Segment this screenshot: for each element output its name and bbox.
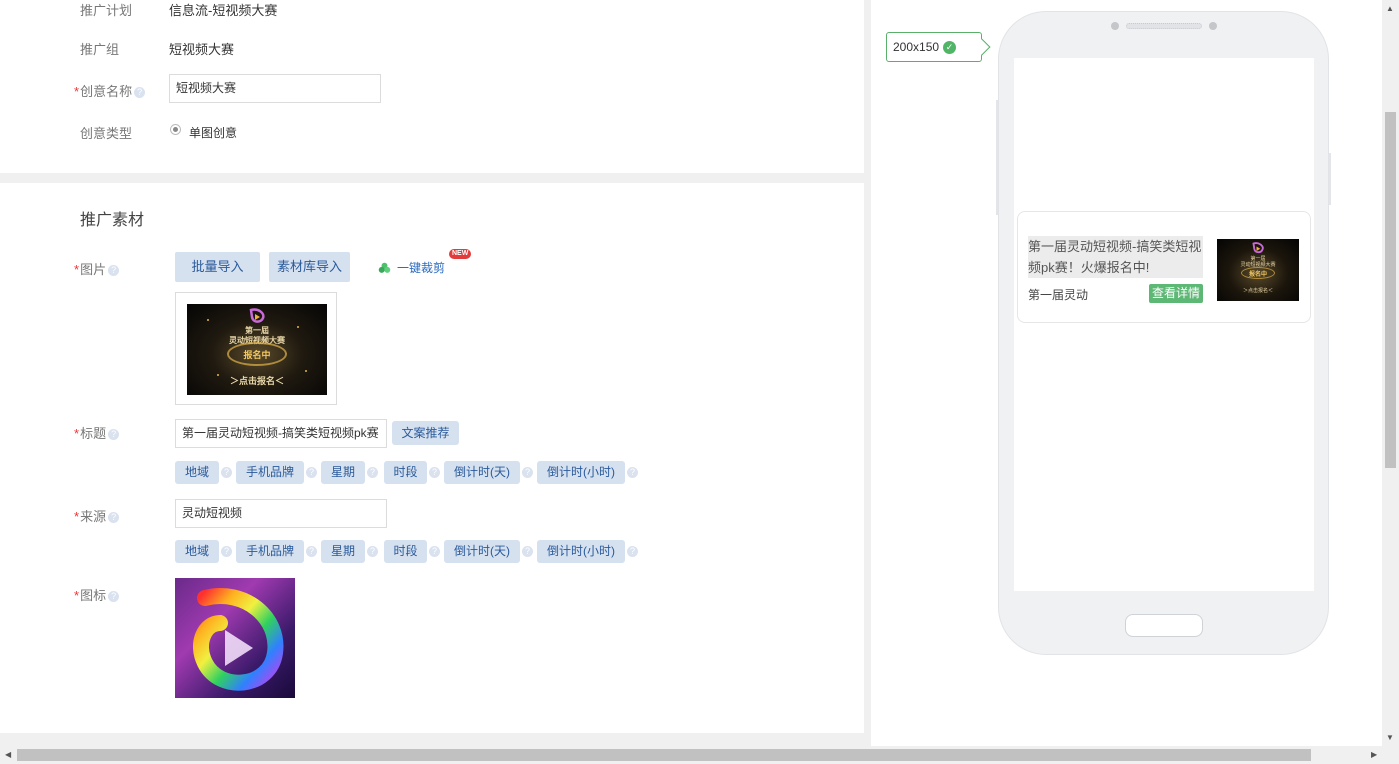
creative-name-label-text: 创意名称 [80,84,133,99]
panel-divider [864,0,871,746]
one-click-crop-label: 一键裁剪 [397,261,446,275]
brand-logo-icon [1252,242,1264,254]
help-icon[interactable]: ? [429,467,440,478]
thumb-line-3: 报名中 [1248,272,1267,278]
promo-line-3: 报名中 [243,350,271,360]
new-badge: NEW [449,249,472,259]
thumb-line-4: ＞点击报名＜ [1242,289,1273,294]
help-icon[interactable]: ? [429,546,440,557]
group-value: 短视频大赛 [169,42,235,57]
help-icon[interactable]: ? [627,467,638,478]
batch-import-button[interactable]: 批量导入 [175,252,260,282]
clover-icon [378,263,391,274]
help-icon[interactable]: ? [627,546,638,557]
phone-screen [1014,58,1314,591]
scroll-left-icon[interactable]: ◀ [5,750,11,759]
phone-home-button [1125,614,1203,637]
sparkle [207,319,209,321]
ad-preview-title: 第一届灵动短视频-搞笑类短视频pk赛！火爆报名中! [1028,236,1203,278]
help-icon[interactable]: ? [306,546,317,557]
help-icon[interactable]: ? [108,265,120,277]
creative-name-input[interactable]: 短视频大赛 [169,74,381,103]
help-icon[interactable]: ? [108,512,120,524]
check-icon: ✓ [943,41,957,55]
help-icon[interactable]: ? [108,429,120,441]
icon-label: *图标? [74,585,120,604]
brand-logo-icon [193,588,284,691]
single-image-radio[interactable] [170,124,181,135]
title-input[interactable]: 第一届灵动短视频-搞笑类短视频pk赛 [175,419,387,448]
help-icon[interactable]: ? [522,546,533,557]
help-icon[interactable]: ? [108,591,120,603]
required-mark: * [74,84,80,99]
title-tag-weekday[interactable]: 星期 [321,461,365,484]
help-icon[interactable]: ? [367,546,378,557]
creative-type-label: 创意类型 [80,126,133,141]
help-icon[interactable]: ? [221,467,232,478]
title-label-text: 标题 [80,426,107,441]
title-tag-phone-brand[interactable]: 手机品牌 [236,461,304,484]
help-icon[interactable]: ? [134,87,146,99]
icon-label-text: 图标 [80,588,107,603]
source-label-text: 来源 [80,509,107,524]
brand-icon-image[interactable] [175,578,295,698]
help-icon[interactable]: ? [221,546,232,557]
phone-speaker [1126,23,1202,29]
source-label: *来源? [74,506,120,525]
required-mark: * [74,509,80,524]
plan-label: 推广计划 [80,3,133,18]
image-upload-preview[interactable]: 第一屆 灵动短视频大赛 报名中 ＞点击报名＜ [175,292,337,405]
ad-preview-source: 第一届灵动 [1028,288,1089,302]
phone-sensor-icon [1209,22,1217,30]
image-label-text: 图片 [80,262,107,277]
source-tag-phone-brand[interactable]: 手机品牌 [236,540,304,563]
image-label: *图片? [74,259,120,278]
sparkle [305,370,307,372]
ad-preview-thumbnail: 第一屆 灵动短视频大赛 报名中 ＞点击报名＜ [1217,239,1299,301]
source-input[interactable]: 灵动短视频 [175,499,387,528]
group-label: 推广组 [80,42,120,57]
material-section-title: 推广素材 [80,212,145,229]
promo-image: 第一屆 灵动短视频大赛 报名中 ＞点击报名＜ [187,304,327,395]
form-panel [0,0,864,746]
source-tag-time-period[interactable]: 时段 [384,540,427,563]
source-tag-countdown-days[interactable]: 倒计时(天) [444,540,520,563]
source-tag-region[interactable]: 地域 [175,540,219,563]
phone-camera-icon [1111,22,1119,30]
title-tag-countdown-hours[interactable]: 倒计时(小时) [537,461,625,484]
title-tag-time-period[interactable]: 时段 [384,461,427,484]
source-tag-countdown-hours[interactable]: 倒计时(小时) [537,540,625,563]
horizontal-scrollbar[interactable]: ◀ ▶ [0,746,1399,764]
required-mark: * [74,262,80,277]
brand-logo-icon [249,308,265,323]
title-label: *标题? [74,423,120,442]
scroll-up-icon[interactable]: ▲ [1386,4,1394,13]
horizontal-scrollbar-thumb[interactable] [17,749,1311,761]
single-image-option-label: 单图创意 [189,126,238,140]
copy-recommend-button[interactable]: 文案推荐 [392,421,459,445]
ad-preview-cta-button: 查看详情 [1149,284,1203,303]
section-divider [0,173,864,183]
plan-value: 信息流-短视频大赛 [169,3,278,18]
help-icon[interactable]: ? [306,467,317,478]
help-icon[interactable]: ? [367,467,378,478]
scroll-down-icon[interactable]: ▼ [1386,733,1394,742]
vertical-scrollbar[interactable]: ▲ ▼ [1382,0,1399,746]
title-tag-countdown-days[interactable]: 倒计时(天) [444,461,520,484]
library-import-button[interactable]: 素材库导入 [269,252,350,282]
vertical-scrollbar-thumb[interactable] [1385,112,1396,468]
creative-name-label: *创意名称? [74,81,146,100]
help-icon[interactable]: ? [522,467,533,478]
source-tag-weekday[interactable]: 星期 [321,540,365,563]
required-mark: * [74,426,80,441]
section-divider [0,733,864,746]
scroll-right-icon[interactable]: ▶ [1371,750,1377,759]
size-tag-label: 200x150 [893,40,940,54]
required-mark: * [74,588,80,603]
one-click-crop-link[interactable]: 一键裁剪 [378,259,445,276]
title-tag-region[interactable]: 地域 [175,461,219,484]
promo-line-4: ＞点击报名＜ [229,376,284,386]
size-tag[interactable]: 200x150 ✓ [886,32,982,62]
